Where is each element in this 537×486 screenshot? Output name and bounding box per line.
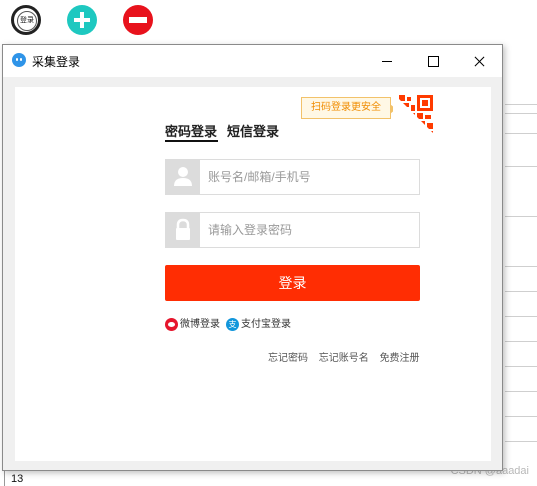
alipay-login-label: 支付宝登录 <box>241 319 291 331</box>
minimize-button[interactable] <box>364 45 410 77</box>
username-field[interactable] <box>165 159 420 195</box>
background-row-number: 13 <box>11 473 24 485</box>
window-title: 采集登录 <box>32 55 81 69</box>
background-login-label: 登录 <box>17 11 37 31</box>
tab-password-login[interactable]: 密码登录 <box>165 121 217 140</box>
login-button[interactable]: 登录 <box>165 265 420 301</box>
login-window: 采集登录 扫码登录更安全 密码登录 短信登录 账号名/邮箱/手机号 登录 微博登… <box>2 44 503 471</box>
minus-circle-icon[interactable] <box>123 5 153 35</box>
forgot-username-link[interactable]: 忘记账号名 <box>319 353 369 364</box>
active-tab-indicator <box>165 140 218 142</box>
weibo-icon <box>165 318 178 331</box>
username-input[interactable] <box>200 160 418 194</box>
app-icon <box>12 53 26 67</box>
lock-icon <box>166 213 200 247</box>
background-divider <box>4 470 5 486</box>
qr-login-tip[interactable]: 扫码登录更安全 <box>301 97 396 119</box>
login-panel: 扫码登录更安全 密码登录 短信登录 账号名/邮箱/手机号 登录 微博登录 支 支… <box>15 87 491 461</box>
qr-code-icon[interactable] <box>393 93 437 137</box>
password-field[interactable] <box>165 212 420 248</box>
title-bar[interactable]: 采集登录 <box>3 45 502 77</box>
forgot-password-link[interactable]: 忘记密码 <box>268 353 308 364</box>
tab-sms-login[interactable]: 短信登录 <box>227 121 279 140</box>
background-login-button[interactable]: 登录 <box>11 5 41 35</box>
account-links: 忘记密码 忘记账号名 免费注册 <box>268 349 420 364</box>
alipay-login-link[interactable]: 支支付宝登录 <box>226 318 291 332</box>
plus-circle-icon[interactable] <box>67 5 97 35</box>
user-icon <box>166 160 200 194</box>
register-link[interactable]: 免费注册 <box>380 353 420 364</box>
maximize-button[interactable] <box>410 45 456 77</box>
weibo-login-link[interactable]: 微博登录 <box>165 318 220 332</box>
weibo-login-label: 微博登录 <box>180 319 220 331</box>
alipay-icon: 支 <box>226 318 239 331</box>
close-button[interactable] <box>456 45 502 77</box>
password-input[interactable] <box>200 213 418 247</box>
background-grid <box>505 104 537 464</box>
